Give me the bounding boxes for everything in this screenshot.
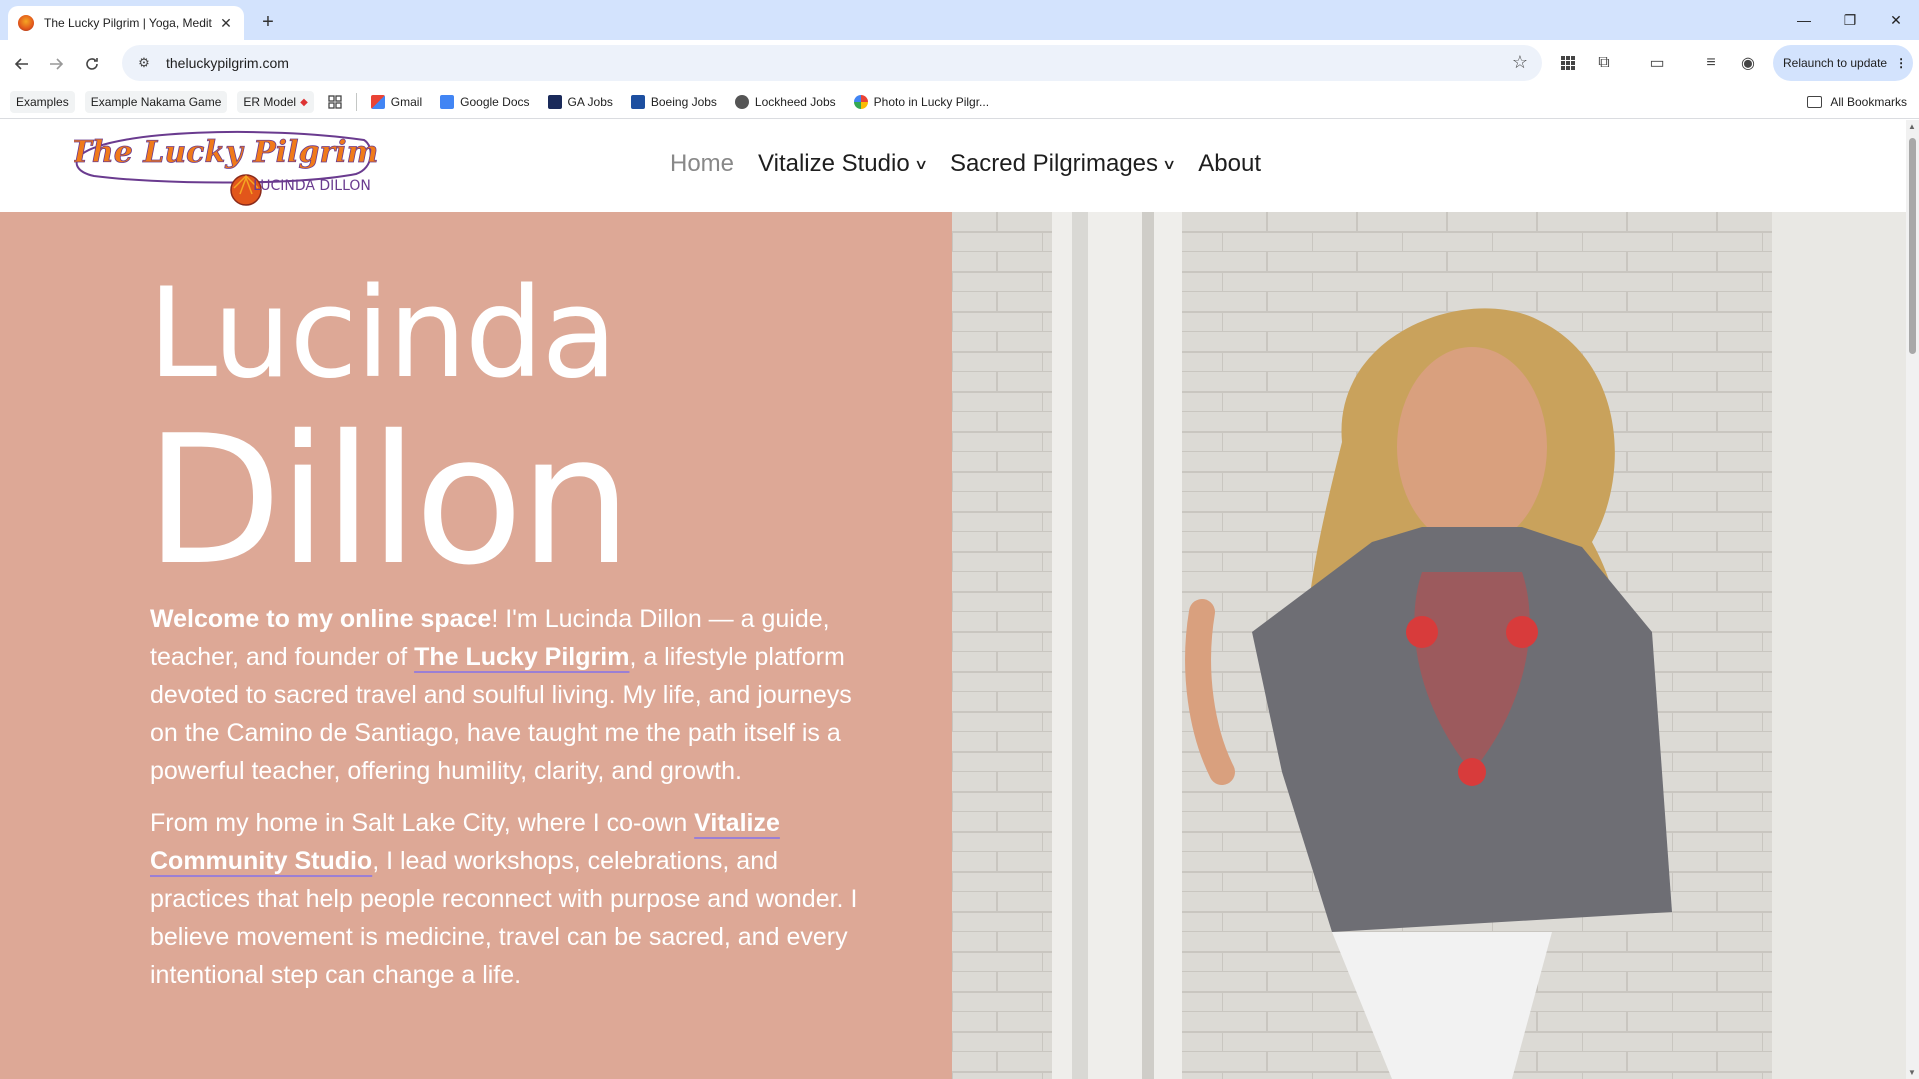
bookmark-examples[interactable]: Examples [10,91,75,113]
bookmark-gmail[interactable]: Gmail [367,91,426,113]
portrait-photo [952,212,1906,1079]
tab-strip: The Lucky Pilgrim | Yoga, Medit ✕ + — ❐ … [0,0,1919,40]
chevron-down-icon: ∨ [1161,155,1177,172]
cast-icon[interactable]: ▭ [1644,50,1670,76]
intro-paragraph-2: From my home in Salt Lake City, where I … [150,804,880,994]
browser-tab[interactable]: The Lucky Pilgrim | Yoga, Medit ✕ [8,6,244,40]
nav-about-label: About [1198,150,1261,177]
browser-toolbar: ⚙ theluckypilgrim.com ☆ ⧉ ▭ ≡ ◉ Relaunch… [0,40,1919,86]
main-navigation: Home Vitalize Studio ∨ Sacred Pilgrimages… [670,150,1285,178]
lucky-pilgrim-link[interactable]: The Lucky Pilgrim [414,643,629,671]
welcome-bold: Welcome to my online space [150,605,492,633]
web-page: The Lucky Pilgrim LUCINDA DILLON Home Vi… [0,120,1906,1079]
boeing-icon [630,95,645,109]
ga-jobs-icon [547,95,562,109]
bookmark-label: Boeing Jobs [650,95,717,109]
close-window-button[interactable]: ✕ [1873,0,1919,40]
bookmark-label: Gmail [390,95,423,109]
lucky-pilgrim-logo-icon: The Lucky Pilgrim LUCINDA DILLON [69,130,379,206]
minimize-button[interactable]: — [1781,0,1827,40]
bookmark-label: Photo in Lucky Pilgr... [873,95,990,109]
svg-text:LUCINDA DILLON: LUCINDA DILLON [253,178,371,194]
gmail-icon [370,95,385,109]
bookmark-example-nakama-game[interactable]: Example Nakama Game [84,91,228,113]
restore-button[interactable]: ❐ [1827,0,1873,40]
bookmark-label: ER Model [243,95,297,109]
nav-home-label: Home [670,150,735,177]
bookmark-label: Example Nakama Game [90,95,222,109]
all-bookmarks-button[interactable]: All Bookmarks [1807,91,1907,113]
tab-title: The Lucky Pilgrim | Yoga, Medit [44,16,212,30]
profile-icon[interactable]: ◉ [1735,50,1761,76]
site-logo[interactable]: The Lucky Pilgrim LUCINDA DILLON [69,124,379,210]
bookmark-label: Lockheed Jobs [754,95,836,109]
nav-pilgrimages-label: Sacred Pilgrimages [949,150,1159,177]
all-bookmarks-label: All Bookmarks [1830,95,1907,109]
back-button[interactable] [6,48,38,80]
site-header: The Lucky Pilgrim LUCINDA DILLON Home Vi… [0,120,1906,212]
er-model-favicon-icon: ◆ [300,96,308,108]
relaunch-label: Relaunch to update [1783,56,1888,70]
svg-text:The Lucky Pilgrim: The Lucky Pilgrim [74,135,378,170]
scroll-down-icon[interactable]: ▼ [1908,1068,1916,1077]
scroll-up-icon[interactable]: ▲ [1908,122,1916,131]
url-text[interactable]: theluckypilgrim.com [166,55,289,71]
apps-shortcut-icon[interactable] [324,91,346,113]
bookmark-label: Examples [16,95,69,109]
bookmark-boeing-jobs[interactable]: Boeing Jobs [627,91,721,113]
bookmark-label: GA Jobs [567,95,613,109]
reload-button[interactable] [76,48,108,80]
chevron-down-icon: ∨ [913,155,928,172]
bookmarks-bar: Examples Example Nakama Game ER Model ◆ G… [0,86,1919,119]
browser-chrome: The Lucky Pilgrim | Yoga, Medit ✕ + — ❐ … [0,0,1919,119]
more-menu-icon[interactable]: ⋮ [1895,56,1907,70]
intro-text: From my home in Salt Lake City, where I … [150,809,695,837]
new-tab-button[interactable]: + [254,9,282,37]
window-controls: — ❐ ✕ [1781,0,1919,40]
bookmark-star-icon[interactable]: ☆ [1512,52,1528,73]
bookmark-er-model[interactable]: ER Model ◆ [237,91,314,113]
extensions-puzzle-icon[interactable]: ⧉ [1591,50,1617,76]
nav-vitalize-label: Vitalize Studio [758,150,910,177]
intro-paragraph-1: Welcome to my online space! I'm Lucinda … [150,600,880,790]
folder-icon [1807,96,1823,108]
photos-icon [853,95,868,109]
forward-button[interactable] [40,48,72,80]
site-favicon-icon [18,15,34,31]
nav-home[interactable]: Home [670,150,734,178]
portrait-photo-illustration [952,212,1906,1079]
site-info-icon[interactable]: ⚙ [132,55,156,71]
address-bar[interactable]: ⚙ theluckypilgrim.com ☆ [122,45,1542,81]
reload-icon [86,58,98,70]
scrollbar-thumb[interactable] [1909,138,1916,354]
forward-arrow-icon [50,58,64,70]
close-tab-icon[interactable]: ✕ [218,15,234,32]
relaunch-update-button[interactable]: Relaunch to update ⋮ [1773,45,1913,81]
bookmark-photo-lucky-pilgrim[interactable]: Photo in Lucky Pilgr... [850,91,993,113]
nav-sacred-pilgrimages[interactable]: Sacred Pilgrimages ∨ [949,150,1177,178]
bookmark-lockheed-jobs[interactable]: Lockheed Jobs [731,91,840,113]
back-arrow-icon [14,58,28,70]
bookmark-separator [355,93,357,111]
nav-about[interactable]: About [1198,150,1261,178]
hero-last-name: Dillon [145,397,632,604]
google-docs-icon [440,95,455,109]
bookmark-label: Google Docs [460,95,530,109]
nav-vitalize-studio[interactable]: Vitalize Studio ∨ [758,150,928,178]
media-controls-icon[interactable]: ≡ [1698,50,1724,76]
hero-intro: Welcome to my online space! I'm Lucinda … [150,600,880,1008]
apps-grid-icon[interactable] [1555,50,1581,76]
hero-section: Lucinda Dillon Welcome to my online spac… [0,212,1906,1079]
hero-first-name: Lucinda [148,262,617,406]
bookmark-ga-jobs[interactable]: GA Jobs [544,91,617,113]
hero-text-panel: Lucinda Dillon Welcome to my online spac… [0,212,952,1079]
bookmark-google-docs[interactable]: Google Docs [436,91,533,113]
lockheed-icon [734,95,749,109]
page-scrollbar[interactable]: ▲ ▼ [1906,120,1919,1079]
